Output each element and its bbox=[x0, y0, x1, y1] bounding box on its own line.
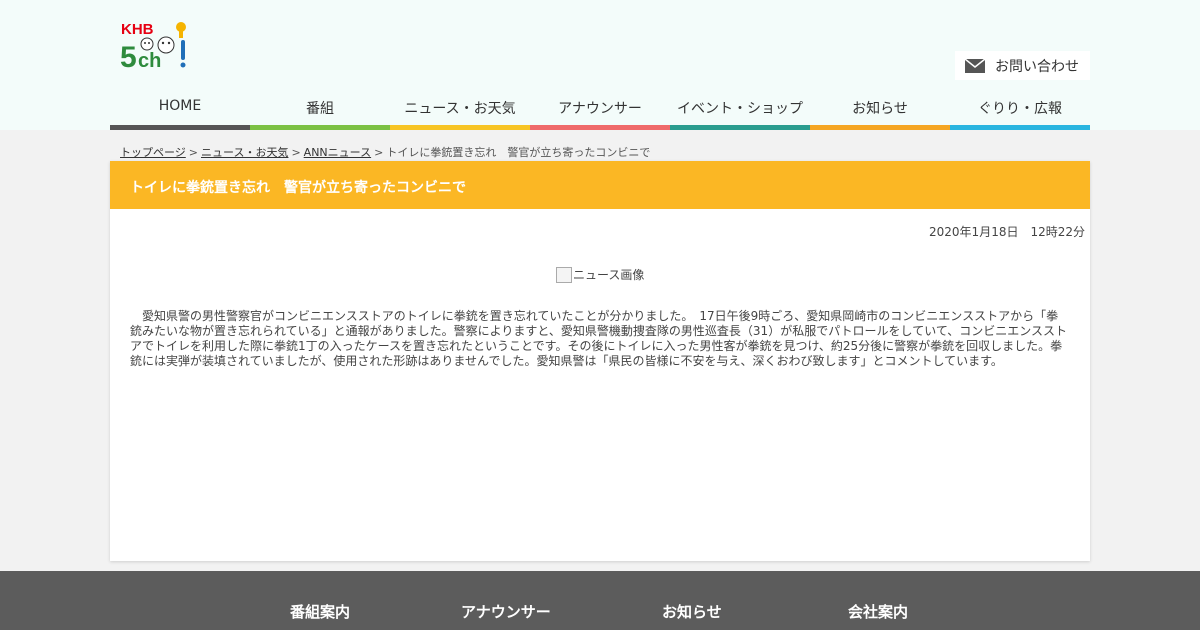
broken-image-icon bbox=[556, 266, 572, 283]
nav-item-label: イベント・ショップ bbox=[677, 101, 803, 117]
nav-item-label: ニュース・お天気 bbox=[404, 101, 516, 117]
nav-item-programs[interactable]: 番組 bbox=[250, 92, 390, 130]
svg-text:5: 5 bbox=[120, 41, 137, 72]
breadcrumb-link-ann[interactable]: ANNニュース bbox=[304, 146, 371, 159]
footer-link-programs[interactable]: 番組案内 bbox=[290, 601, 350, 622]
nav-underline bbox=[670, 125, 810, 130]
nav-underline bbox=[390, 125, 530, 130]
article-card: トイレに拳銃置き忘れ 警官が立ち寄ったコンビニで 2020年1月18日 12時2… bbox=[110, 161, 1090, 561]
nav-item-label: お知らせ bbox=[852, 101, 908, 117]
nav-item-label: HOME bbox=[158, 98, 202, 114]
breadcrumb-separator: > bbox=[291, 146, 301, 159]
article-title: トイレに拳銃置き忘れ 警官が立ち寄ったコンビニで bbox=[110, 161, 1090, 209]
footer-link-company[interactable]: 会社案内 bbox=[848, 601, 908, 622]
khb-logo-icon: KHB 5 ch bbox=[120, 21, 186, 74]
nav-item-home[interactable]: HOME bbox=[110, 92, 250, 130]
article-body: 愛知県警の男性警察官がコンビニエンスストアのトイレに拳銃を置き忘れていたことが分… bbox=[130, 309, 1067, 368]
footer: 番組案内 アナウンサー お知らせ 会社案内 bbox=[0, 571, 1200, 630]
breadcrumb: トップページ > ニュース・お天気 > ANNニュース > トイレに拳銃置き忘れ 警官が立ち… bbox=[120, 144, 650, 160]
nav-item-events-shop[interactable]: イベント・ショップ bbox=[670, 92, 810, 130]
article-date: 2020年1月18日 12時22分 bbox=[929, 225, 1085, 239]
svg-text:KHB: KHB bbox=[121, 21, 154, 38]
site-logo[interactable]: KHB 5 ch bbox=[120, 18, 192, 74]
mail-icon bbox=[964, 57, 986, 73]
nav-item-news-weather[interactable]: ニュース・お天気 bbox=[390, 92, 530, 130]
breadcrumb-separator: > bbox=[374, 146, 384, 159]
contact-link[interactable]: お問い合わせ bbox=[955, 51, 1090, 80]
contact-label: お問い合わせ bbox=[995, 58, 1079, 75]
nav-item-announcers[interactable]: アナウンサー bbox=[530, 92, 670, 130]
main-nav: HOME 番組 ニュース・お天気 アナウンサー イベント・ショップ お知らせ ぐ… bbox=[110, 92, 1090, 130]
breadcrumb-separator: > bbox=[188, 146, 198, 159]
nav-item-label: ぐりり・広報 bbox=[978, 101, 1062, 117]
footer-link-notices[interactable]: お知らせ bbox=[662, 601, 722, 622]
footer-link-announcers[interactable]: アナウンサー bbox=[461, 601, 551, 622]
nav-underline bbox=[810, 125, 950, 130]
nav-underline bbox=[110, 125, 250, 130]
nav-item-notices[interactable]: お知らせ bbox=[810, 92, 950, 130]
news-image-alt: ニュース画像 bbox=[573, 268, 645, 282]
nav-item-gururi-pr[interactable]: ぐりり・広報 bbox=[950, 92, 1090, 130]
nav-item-label: 番組 bbox=[306, 101, 334, 117]
nav-underline bbox=[530, 125, 670, 130]
news-image: ニュース画像 bbox=[556, 266, 644, 283]
nav-underline bbox=[950, 125, 1090, 130]
nav-item-label: アナウンサー bbox=[558, 101, 642, 117]
breadcrumb-link-top[interactable]: トップページ bbox=[120, 146, 186, 159]
breadcrumb-link-news[interactable]: ニュース・お天気 bbox=[201, 146, 288, 159]
breadcrumb-current: トイレに拳銃置き忘れ 警官が立ち寄ったコンビニで bbox=[386, 146, 651, 159]
nav-underline bbox=[250, 125, 390, 130]
svg-text:ch: ch bbox=[138, 50, 161, 72]
